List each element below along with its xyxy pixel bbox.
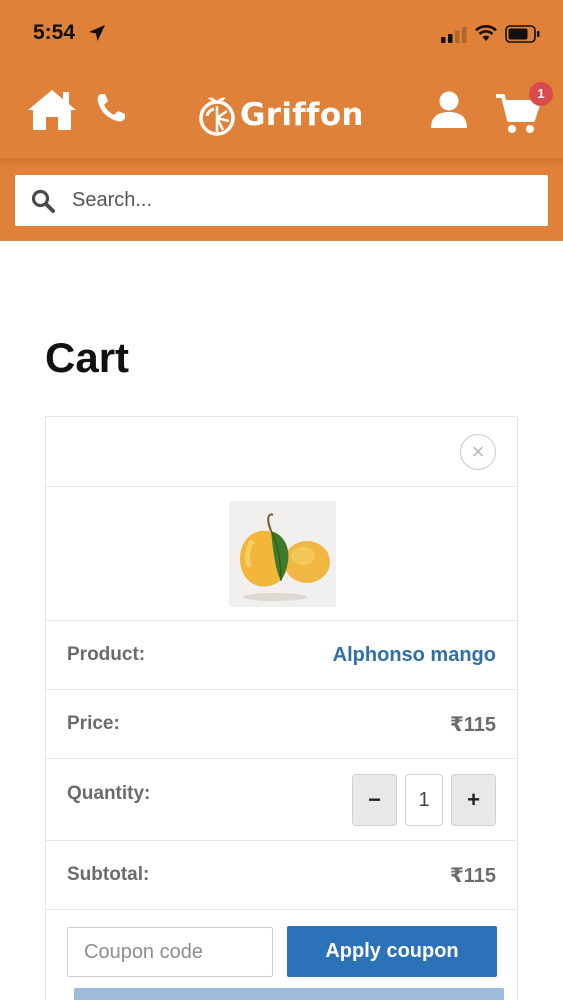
search-bar[interactable]: [15, 175, 548, 226]
product-label: Product:: [67, 644, 146, 665]
subtotal-label: Subtotal:: [67, 864, 150, 885]
app-header-region: 5:54 Griffon 1 Search...: [0, 0, 563, 241]
battery-icon: [505, 25, 540, 43]
cart-thumbnail-row: [46, 487, 517, 621]
account-icon[interactable]: [429, 90, 469, 130]
update-cart-button[interactable]: [74, 988, 504, 1000]
product-row: Product: Alphonso mango: [46, 621, 517, 690]
quantity-row: Quantity: − +: [46, 759, 517, 841]
quantity-increase-button[interactable]: +: [451, 774, 496, 826]
header-divider: [0, 158, 563, 168]
quantity-decrease-button[interactable]: −: [352, 774, 397, 826]
cellular-signal-icon: [441, 27, 467, 43]
apply-coupon-button[interactable]: Apply coupon: [287, 926, 497, 977]
search-icon[interactable]: [31, 189, 55, 213]
cart-count-badge: 1: [529, 82, 553, 106]
price-label: Price:: [67, 713, 120, 734]
subtotal-row: Subtotal: ₹115: [46, 841, 517, 910]
price-row: Price: ₹115: [46, 690, 517, 759]
cart-item-card: × Product: Alphonso mango Price: ₹115 Qu…: [45, 416, 518, 1000]
remove-item-button[interactable]: ×: [460, 434, 496, 470]
product-name-link[interactable]: Alphonso mango: [333, 644, 496, 667]
wifi-icon: [475, 25, 497, 41]
orange-logo-icon: [199, 97, 235, 136]
cart-remove-row: ×: [46, 417, 517, 487]
status-bar: 5:54: [0, 0, 563, 66]
quantity-stepper: − +: [352, 774, 496, 826]
product-thumbnail[interactable]: [229, 501, 336, 607]
search-input[interactable]: [72, 189, 492, 212]
location-arrow-icon: [89, 25, 105, 41]
quantity-label: Quantity:: [67, 783, 151, 804]
coupon-code-input[interactable]: [67, 927, 273, 977]
coupon-row: Apply coupon: [46, 910, 517, 1000]
quantity-input[interactable]: [405, 774, 443, 826]
brand-name: Griffon: [240, 97, 364, 133]
site-header: Griffon 1: [0, 66, 563, 161]
price-value: ₹115: [449, 713, 496, 736]
home-icon[interactable]: [26, 88, 78, 132]
brand-logo[interactable]: Griffon: [198, 94, 364, 136]
subtotal-value: ₹115: [449, 864, 496, 887]
phone-icon[interactable]: [95, 92, 127, 124]
status-time: 5:54: [33, 21, 76, 44]
page-title: Cart: [45, 334, 130, 381]
